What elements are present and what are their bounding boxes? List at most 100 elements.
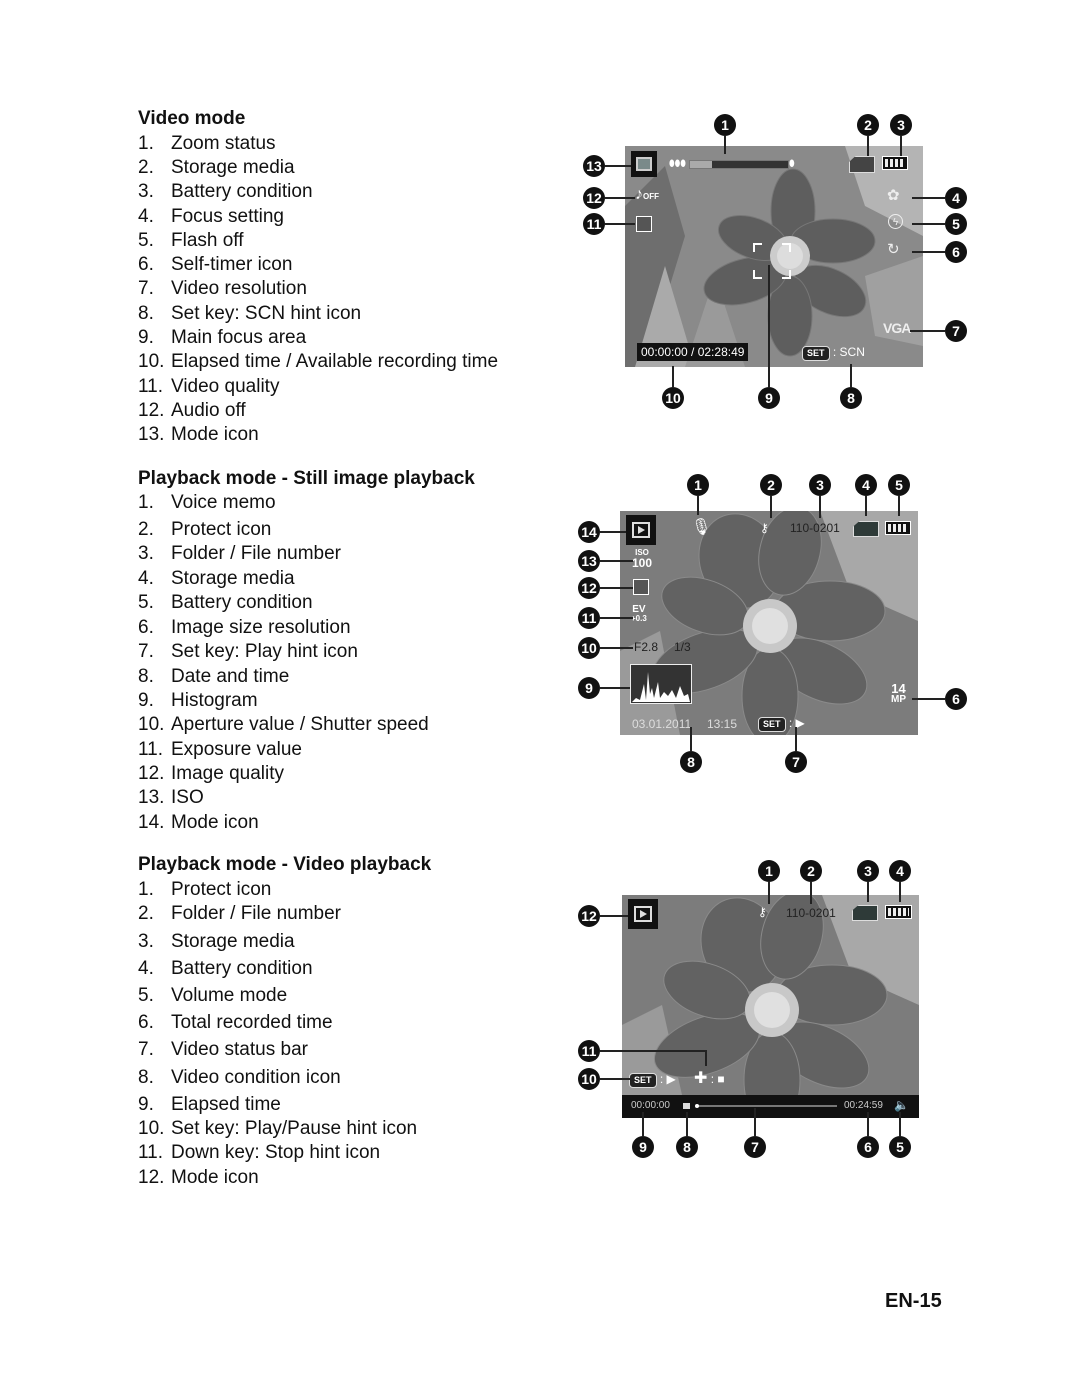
callout-2: 2 xyxy=(760,474,782,496)
leader-line xyxy=(690,727,692,751)
page-number: EN-15 xyxy=(885,1290,942,1312)
leader-line xyxy=(605,197,635,199)
leader-line xyxy=(770,496,772,518)
camera-screen-video-playback: ⚷ 110-0201 SET : ▶ ✚ : ■ 00:00:00 00:24:… xyxy=(622,895,919,1118)
storage-media-icon xyxy=(849,156,875,173)
camera-screen-still-playback: 🎙 ⚷ 110-0201 ISO 100 EV +0.3 F2.8 1/3 03.0… xyxy=(620,511,918,735)
video-progress-knob[interactable] xyxy=(695,1104,699,1108)
protect-icon: ⚷ xyxy=(758,905,767,919)
leader-line xyxy=(697,496,699,515)
callout-5: 5 xyxy=(945,213,967,235)
list-item: 1. Voice memo xyxy=(138,492,276,513)
leader-line xyxy=(899,1112,901,1136)
leader-line xyxy=(754,1108,756,1136)
list-item: 10. Set key: Play/Pause hint icon xyxy=(138,1118,418,1139)
leader-line xyxy=(768,265,770,387)
list-item: 12. Audio off xyxy=(138,400,246,421)
camera-screen-video-mode: ⬮⬮⬮ ⬮ ♪OFF ✿ ϟ ↻ VGA 00:00:00 / 02:28:49… xyxy=(625,146,923,367)
leader-line xyxy=(724,136,726,154)
list-item: 7. Set key: Play hint icon xyxy=(138,641,358,662)
list-item: 9. Histogram xyxy=(138,690,258,711)
callout-9: 9 xyxy=(632,1136,654,1158)
list-item: 8. Date and time xyxy=(138,666,290,687)
iso-indicator: ISO 100 xyxy=(632,548,653,570)
list-item: 4. Focus setting xyxy=(138,206,284,227)
leader-line xyxy=(605,223,635,225)
list-item: 6. Total recorded time xyxy=(138,1012,333,1033)
list-item: 8. Video condition icon xyxy=(138,1067,341,1088)
leader-line xyxy=(600,587,633,589)
callout-3: 3 xyxy=(890,114,912,136)
callout-3: 3 xyxy=(857,860,879,882)
elapsed-available-time: 00:00:00 / 02:28:49 xyxy=(637,343,749,361)
list-item: 6. Self-timer icon xyxy=(138,254,293,275)
audio-off-icon: ♪OFF xyxy=(635,186,659,203)
list-item: 4. Battery condition xyxy=(138,958,313,979)
list-item: 1. Protect icon xyxy=(138,879,272,900)
list-item: 13. ISO xyxy=(138,787,204,808)
leader-line xyxy=(768,882,770,904)
leader-line xyxy=(899,882,901,902)
aperture-value: F2.8 xyxy=(634,640,659,654)
image-quality-icon xyxy=(633,579,649,595)
leader-line xyxy=(898,496,900,516)
list-item: 10. Elapsed time / Available recording ti… xyxy=(138,351,499,372)
callout-13: 13 xyxy=(578,550,600,572)
callout-12: 12 xyxy=(583,187,605,209)
voice-memo-icon: 🎙 xyxy=(691,519,712,536)
battery-icon xyxy=(882,156,908,170)
callout-12: 12 xyxy=(578,577,600,599)
callout-11: 11 xyxy=(583,213,605,235)
section-title-video-mode: Video mode xyxy=(138,108,246,129)
image-size-resolution: 14 MP xyxy=(891,681,906,705)
callout-1: 1 xyxy=(714,114,736,136)
list-item: 9. Main focus area xyxy=(138,327,307,348)
list-item: 10. Aperture value / Shutter speed xyxy=(138,714,429,735)
leader-line xyxy=(605,165,631,167)
leader-line xyxy=(600,687,630,689)
section-title-still-playback: Playback mode - Still image playback xyxy=(138,468,475,489)
callout-6: 6 xyxy=(945,241,967,263)
callout-9: 9 xyxy=(758,387,780,409)
leader-line xyxy=(686,1112,688,1136)
self-timer-icon: ↻ xyxy=(887,241,900,258)
leader-line xyxy=(600,617,633,619)
leader-line xyxy=(912,223,945,225)
leader-line xyxy=(600,915,628,917)
list-item: 3. Battery condition xyxy=(138,181,313,202)
callout-9: 9 xyxy=(578,677,600,699)
leader-line xyxy=(600,1078,630,1080)
set-key-scn-hint: SET : SCN xyxy=(802,345,865,361)
leader-line xyxy=(642,1112,644,1136)
leader-line xyxy=(900,136,902,156)
shutter-speed: 1/3 xyxy=(674,640,691,654)
section-title-video-playback: Playback mode - Video playback xyxy=(138,854,432,875)
leader-line xyxy=(600,647,633,649)
leader-line xyxy=(912,197,945,199)
callout-4: 4 xyxy=(889,860,911,882)
list-item: 13. Mode icon xyxy=(138,424,259,445)
video-progress-bar[interactable] xyxy=(695,1104,837,1108)
leader-line xyxy=(850,364,852,387)
leader-line xyxy=(810,882,812,904)
leader-line xyxy=(672,366,674,387)
callout-10: 10 xyxy=(578,1068,600,1090)
video-resolution: VGA xyxy=(883,320,911,336)
callout-5: 5 xyxy=(889,1136,911,1158)
list-item: 12. Mode icon xyxy=(138,1167,259,1188)
date: 03.01.2011 xyxy=(632,717,692,731)
leader-line xyxy=(867,136,869,156)
set-key-play-pause-hint: SET : ▶ xyxy=(629,1072,676,1088)
callout-10: 10 xyxy=(662,387,684,409)
callout-3: 3 xyxy=(809,474,831,496)
list-item: 3. Folder / File number xyxy=(138,543,342,564)
leader-line xyxy=(910,330,945,332)
leader-line xyxy=(867,882,869,902)
time: 13:15 xyxy=(707,717,738,731)
protect-icon: ⚷ xyxy=(760,521,769,535)
list-item: 5. Battery condition xyxy=(138,592,313,613)
callout-2: 2 xyxy=(800,860,822,882)
zoom-wide-icon: ⬮⬮⬮ xyxy=(669,158,686,168)
video-quality-icon xyxy=(636,216,652,232)
list-item: 9. Elapsed time xyxy=(138,1094,281,1115)
